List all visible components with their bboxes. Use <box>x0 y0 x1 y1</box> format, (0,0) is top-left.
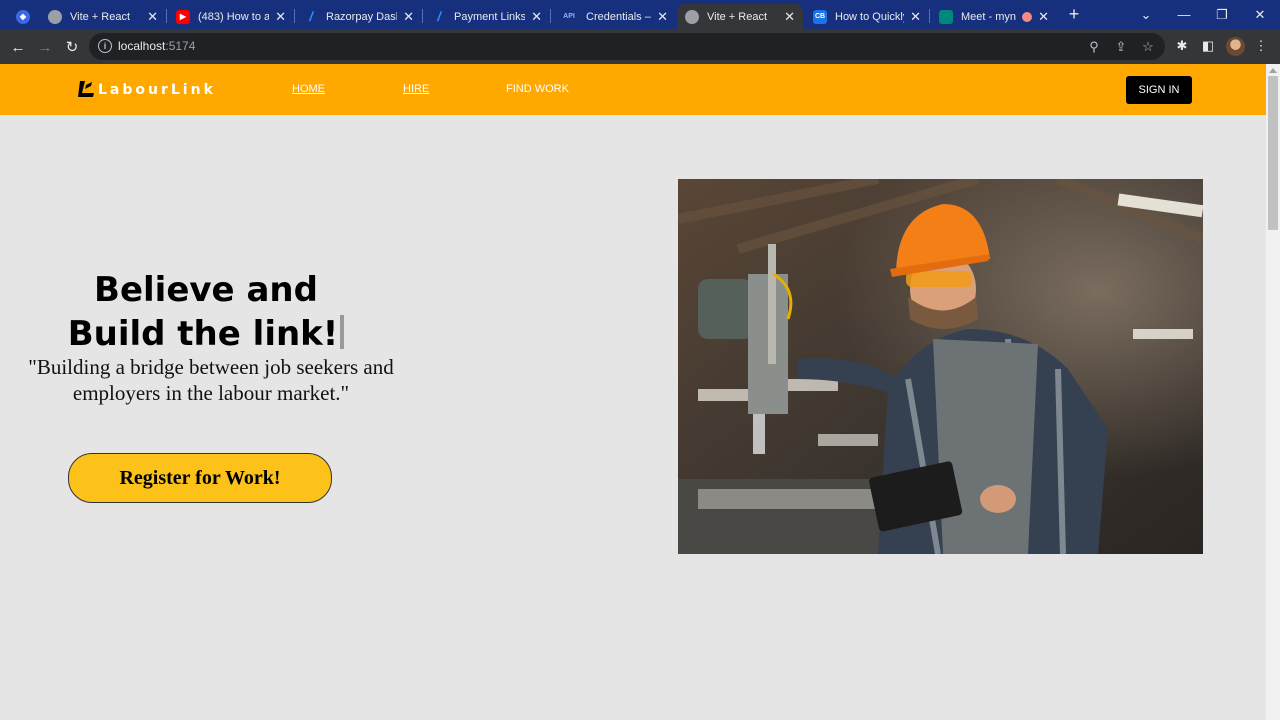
profile-avatar[interactable] <box>1226 37 1245 56</box>
hero-title-line-2: Build the link! <box>67 314 339 354</box>
scrollbar-thumb[interactable] <box>1268 76 1278 230</box>
url-text: localhost:5174 <box>118 39 196 53</box>
hero-title: Believe and Build the link! <box>0 268 412 356</box>
back-arrow-icon[interactable]: ← <box>8 37 28 57</box>
tab-vite-react-1[interactable]: Vite + React ✕ <box>40 4 166 29</box>
recording-indicator-icon <box>1022 11 1033 22</box>
labourlink-logo-icon <box>78 81 94 97</box>
tab-title: Credentials – AF <box>586 10 651 23</box>
tab-title: Vite + React <box>707 10 768 23</box>
tab-extension[interactable]: ◆ <box>8 4 38 29</box>
typing-cursor <box>340 315 345 349</box>
logo-text: LabourLink <box>98 82 216 98</box>
site-logo[interactable]: LabourLink <box>76 78 216 102</box>
razorpay-icon: / <box>309 9 313 24</box>
site-info-icon[interactable]: i <box>98 39 112 53</box>
maximize-icon[interactable]: ❐ <box>1203 0 1241 29</box>
close-icon[interactable]: ✕ <box>403 9 414 25</box>
api-icon: API <box>563 13 575 20</box>
tab-title: Meet - myn <box>961 10 1017 23</box>
extensions-puzzle-icon[interactable]: ✱ <box>1173 37 1191 55</box>
browser-toolbar: ← → ↻ i localhost:5174 ⚲ ⇪ ☆ <box>0 29 1280 64</box>
page-scrollbar[interactable] <box>1266 64 1280 720</box>
tab-meet[interactable]: Meet - myn ✕ <box>931 4 1057 29</box>
tab-title: (483) How to ac <box>198 10 270 23</box>
close-icon[interactable]: ✕ <box>531 9 542 25</box>
reload-icon[interactable]: ↻ <box>62 37 82 57</box>
window-close-icon[interactable]: ✕ <box>1241 0 1279 29</box>
nav-link-home[interactable]: HOME <box>292 83 325 95</box>
share-icon[interactable]: ⇪ <box>1113 39 1129 55</box>
tab-razorpay-dashboard[interactable]: / Razorpay Dashb ✕ <box>296 4 422 29</box>
tab-credentials[interactable]: API Credentials – AF ✕ <box>552 4 676 29</box>
nav-link-find-work[interactable]: FIND WORK <box>506 83 569 95</box>
bookmark-star-icon[interactable]: ☆ <box>1140 39 1156 55</box>
close-icon[interactable]: ✕ <box>1038 9 1049 25</box>
extension-icon: ◆ <box>16 9 30 24</box>
zoom-icon[interactable]: ⚲ <box>1086 39 1102 55</box>
close-icon[interactable]: ✕ <box>657 9 668 25</box>
tab-payment-links[interactable]: / Payment Links | ✕ <box>424 4 550 29</box>
nav-link-hire[interactable]: HIRE <box>403 83 429 95</box>
globe-icon <box>48 9 62 24</box>
cb-icon: CB <box>813 9 827 24</box>
tab-search-chevron-icon[interactable]: ⌄ <box>1127 0 1165 29</box>
tab-title: Vite + React <box>70 10 131 23</box>
tab-title: Razorpay Dashb <box>326 10 397 23</box>
hero-title-line-2-wrap: Build the link! <box>0 312 412 356</box>
new-tab-button[interactable]: + <box>1058 0 1090 29</box>
side-panel-icon[interactable]: ◧ <box>1199 37 1217 55</box>
close-icon[interactable]: ✕ <box>910 9 921 25</box>
tab-youtube[interactable]: ▶ (483) How to ac ✕ <box>168 4 294 29</box>
globe-icon <box>685 9 699 24</box>
razorpay-icon: / <box>437 9 441 24</box>
browser-menu-icon[interactable]: ⋮ <box>1252 37 1270 55</box>
hero-subtitle: "Building a bridge between job seekers a… <box>28 355 394 405</box>
youtube-icon: ▶ <box>176 9 190 24</box>
address-bar[interactable]: i localhost:5174 ⚲ ⇪ ☆ <box>89 33 1165 60</box>
meet-icon <box>939 9 953 24</box>
register-for-work-button[interactable]: Register for Work! <box>68 453 332 503</box>
minimize-icon[interactable]: — <box>1165 0 1203 29</box>
hero-title-line-1: Believe and <box>94 270 318 310</box>
site-navbar: LabourLink HOME HIRE FIND WORK SIGN IN <box>0 64 1266 115</box>
sign-in-button[interactable]: SIGN IN <box>1126 76 1192 104</box>
browser-tab-strip: ◆ Vite + React ✕ ▶ (483) How to ac ✕ / R… <box>0 0 1280 29</box>
scroll-up-arrow-icon[interactable] <box>1269 68 1277 73</box>
tab-how-to-quickly[interactable]: CB How to Quickly ✕ <box>805 4 929 29</box>
forward-arrow-icon[interactable]: → <box>35 37 55 57</box>
close-icon[interactable]: ✕ <box>147 9 158 25</box>
close-icon[interactable]: ✕ <box>784 9 795 25</box>
worker-photo <box>678 179 1203 554</box>
tab-vite-react-active[interactable]: Vite + React ✕ <box>677 4 803 29</box>
close-icon[interactable]: ✕ <box>275 9 286 25</box>
tab-title: How to Quickly <box>835 10 905 23</box>
tab-title: Payment Links | <box>454 10 526 23</box>
page-viewport: LabourLink HOME HIRE FIND WORK SIGN IN B… <box>0 64 1266 720</box>
